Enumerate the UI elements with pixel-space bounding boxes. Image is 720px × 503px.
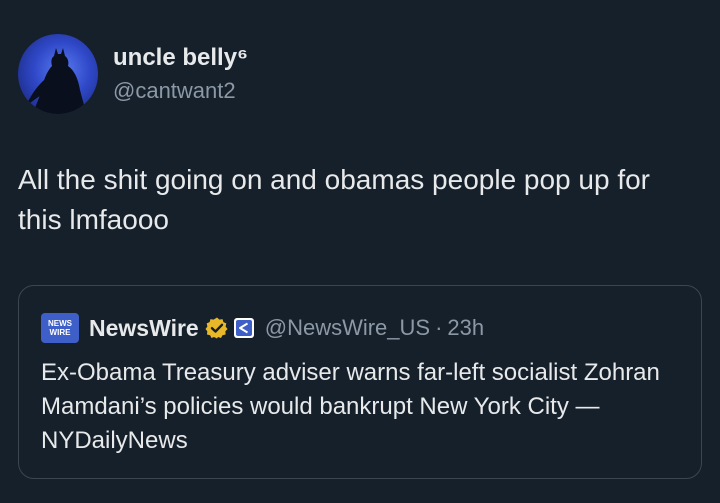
quoted-tweet-card[interactable]: NEWS WIRE NewsWire @NewsWire_US · 23h Ex… — [18, 285, 702, 479]
gold-verified-badge-icon — [205, 316, 229, 340]
tweet-text: All the shit going on and obamas people … — [18, 164, 651, 235]
quoted-display-name[interactable]: NewsWire — [89, 315, 199, 342]
quoted-timestamp[interactable]: 23h — [447, 315, 484, 341]
quoted-tweet-text: Ex-Obama Treasury adviser warns far-left… — [41, 359, 660, 454]
batman-silhouette-icon — [26, 48, 86, 114]
author-avatar[interactable] — [18, 34, 98, 114]
logo-line-wire: WIRE — [49, 328, 71, 337]
logo-line-news: NEWS — [48, 319, 72, 328]
affiliate-badge-icon — [233, 317, 255, 339]
quoted-handle[interactable]: @NewsWire_US — [265, 315, 430, 341]
newswire-logo-avatar[interactable]: NEWS WIRE — [41, 313, 79, 343]
quoted-tweet-header: NEWS WIRE NewsWire @NewsWire_US · 23h — [41, 313, 484, 343]
separator-dot: · — [435, 315, 443, 340]
author-display-name[interactable]: uncle belly⁶ — [113, 44, 248, 72]
author-handle[interactable]: @cantwant2 — [113, 78, 236, 104]
